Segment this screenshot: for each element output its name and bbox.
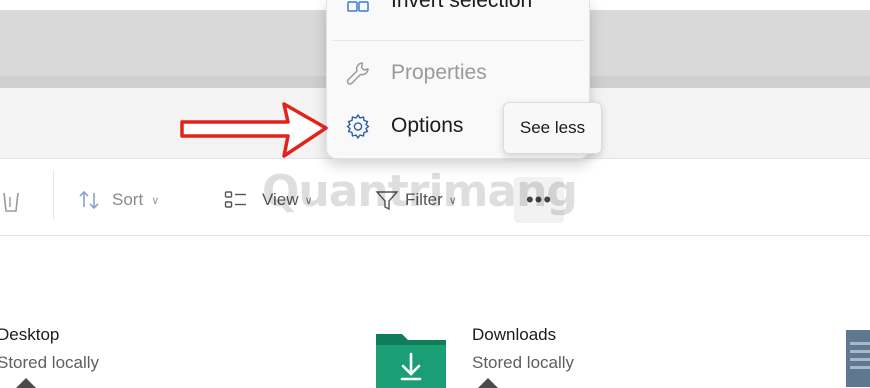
menu-divider (333, 40, 583, 41)
red-arrow-annotation (180, 102, 328, 158)
menu-item-label: Options (391, 114, 464, 137)
wrench-icon (343, 58, 373, 88)
file-status: Stored locally (472, 353, 575, 372)
gear-icon (343, 111, 373, 141)
toolbar-bottom-border (0, 235, 870, 236)
trash-icon (3, 192, 19, 212)
view-list-icon (224, 191, 246, 208)
file-name: Downloads (472, 325, 557, 344)
menu-item-properties[interactable]: Properties (327, 52, 589, 94)
sort-label: Sort (112, 190, 144, 209)
menu-item-invert-selection[interactable]: Invert selection (327, 0, 589, 22)
file-item-desktop[interactable]: Desktop Stored locally (0, 325, 99, 373)
sort-arrows-icon (79, 190, 99, 210)
invert-selection-icon (343, 0, 373, 16)
menu-item-label: Properties (391, 61, 487, 84)
file-name: Desktop (0, 325, 60, 344)
file-status: Stored locally (0, 353, 100, 372)
file-item-downloads[interactable]: Downloads Stored locally (472, 325, 574, 373)
menu-item-label: Invert selection (391, 0, 533, 12)
downloads-folder-icon[interactable] (376, 332, 446, 388)
documents-folder-icon[interactable] (846, 330, 870, 387)
chevron-down-icon: ∨ (151, 194, 160, 207)
tooltip-see-less: See less (503, 102, 602, 154)
toolbar-separator (53, 170, 54, 220)
sort-button[interactable]: Sort ∨ (78, 186, 159, 214)
delete-button[interactable] (0, 186, 22, 214)
watermark-logo: Quantrimang (262, 166, 578, 217)
